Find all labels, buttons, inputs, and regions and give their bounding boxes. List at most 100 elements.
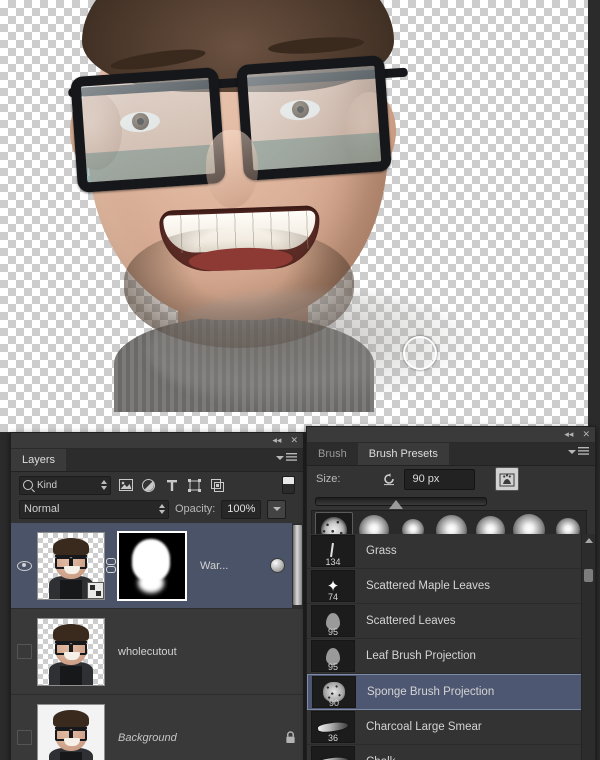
layer-thumbnail[interactable] [37, 703, 105, 760]
chalk-brush-icon [318, 755, 348, 760]
preset-thumbnail: 36 [311, 746, 355, 760]
brush-presets-panel: ◂◂ ✕ Brush Brush Presets Size: 90 px 134… [306, 426, 596, 760]
preset-name: Leaf Brush Projection [366, 650, 476, 662]
brush-cursor-icon [403, 336, 437, 370]
list-item[interactable]: 134 Grass [307, 534, 595, 569]
chevron-down-icon [272, 507, 281, 511]
preset-thumbnail: 95 [311, 640, 355, 672]
filter-enable-switch[interactable] [282, 476, 295, 494]
tab-brush[interactable]: Brush [307, 443, 358, 465]
slider-handle[interactable] [389, 499, 404, 509]
brush-panel-titlebar: ◂◂ ✕ [307, 427, 595, 443]
layers-panel-titlebar: ◂◂ ✕ [11, 433, 303, 449]
layer-list[interactable]: War... wholecutout Background [11, 523, 303, 760]
preset-size: 36 [327, 733, 338, 743]
layer-effects-icon[interactable] [270, 558, 285, 573]
layer-name[interactable]: Background [105, 732, 277, 744]
glasses-lens-left [70, 66, 226, 194]
preset-size: 134 [325, 557, 341, 567]
list-item[interactable]: 36 Charcoal Large Smear [307, 710, 595, 745]
mask-link-icon[interactable] [105, 558, 117, 573]
layer-thumbnail[interactable] [37, 531, 105, 600]
preset-list-scrollbar[interactable] [581, 534, 595, 760]
layer-name[interactable]: War... [187, 560, 270, 572]
search-icon [23, 480, 33, 490]
preset-name: Scattered Leaves [366, 615, 456, 627]
preset-thumbnail: ✦ 74 [311, 570, 355, 602]
photoshop-window: ◂◂ ✕ Layers Kind Normal Opacity: 100% Wa… [0, 0, 600, 760]
preset-size: 74 [327, 592, 338, 602]
layers-panel-menu-button[interactable] [276, 453, 297, 462]
smart-object-badge-icon [87, 581, 104, 599]
chevron-down-icon [568, 449, 576, 454]
scroll-up-icon[interactable] [585, 538, 593, 543]
scrollbar-thumb[interactable] [584, 569, 593, 582]
preset-name: Chalk [355, 756, 395, 760]
eye-icon [16, 560, 32, 571]
reset-size-icon[interactable] [382, 472, 396, 486]
layer-visibility-toggle[interactable] [11, 695, 37, 760]
preset-name: Grass [366, 545, 397, 557]
shape-filter-icon[interactable] [186, 477, 203, 494]
brush-size-row: Size: 90 px [307, 466, 595, 492]
preset-thumbnail: 90 [312, 676, 356, 708]
layer-thumbnail[interactable] [37, 617, 105, 686]
table-row[interactable]: War... [11, 523, 303, 609]
layer-filter-row: Kind [11, 472, 303, 498]
collapse-icon[interactable]: ◂◂ [272, 436, 281, 445]
hamburger-icon [286, 453, 297, 462]
tab-layers-label: Layers [22, 454, 56, 466]
brush-size-slider[interactable] [315, 496, 487, 509]
collapse-icon[interactable]: ◂◂ [564, 430, 573, 439]
nose [206, 130, 258, 208]
list-item[interactable]: 95 Scattered Leaves [307, 604, 595, 639]
brush-preset-list[interactable]: 134 Grass ✦ 74 Scattered Maple Leaves 95… [307, 534, 595, 760]
table-row[interactable]: Background [11, 695, 303, 760]
brush-tabstrip: Brush Brush Presets [307, 443, 595, 466]
document-canvas[interactable] [0, 0, 588, 432]
blend-mode-value: Normal [24, 503, 60, 515]
layer-visibility-toggle[interactable] [11, 523, 37, 608]
preset-size: 95 [327, 627, 338, 637]
preset-name: Charcoal Large Smear [366, 721, 482, 733]
tab-brush-presets[interactable]: Brush Presets [357, 443, 449, 465]
close-icon[interactable]: ✕ [290, 436, 298, 445]
preset-size: 90 [328, 698, 339, 708]
chevron-updown-icon [101, 479, 107, 490]
pixel-filter-icon[interactable] [117, 477, 134, 494]
layer-visibility-toggle[interactable] [11, 609, 37, 694]
layer-mask-thumbnail[interactable] [117, 530, 187, 601]
blend-mode-select[interactable]: Normal [19, 499, 169, 519]
list-item[interactable]: 90 Sponge Brush Projection [307, 674, 595, 710]
glasses-lens-right [236, 54, 392, 182]
smart-object-filter-icon[interactable] [209, 477, 226, 494]
layer-list-scrollbar[interactable] [292, 523, 303, 608]
create-new-brush-icon[interactable] [495, 467, 520, 491]
chevron-updown-icon [159, 503, 165, 514]
type-filter-icon[interactable] [163, 477, 180, 494]
table-row[interactable]: wholecutout [11, 609, 303, 695]
layers-panel: ◂◂ ✕ Layers Kind Normal Opacity: 100% Wa… [10, 432, 304, 760]
list-item[interactable]: 95 Leaf Brush Projection [307, 639, 595, 674]
list-item[interactable]: ✦ 74 Scattered Maple Leaves [307, 569, 595, 604]
opacity-dropdown-button[interactable] [267, 499, 287, 519]
hamburger-icon [578, 447, 589, 456]
opacity-label: Opacity: [175, 503, 216, 515]
layer-locked-icon [277, 731, 303, 744]
brush-panel-menu-button[interactable] [568, 447, 589, 456]
canvas-right-gutter [588, 0, 600, 432]
adjustment-filter-icon[interactable] [140, 477, 157, 494]
opacity-input[interactable]: 100% [221, 499, 262, 519]
preset-thumbnail: 95 [311, 605, 355, 637]
tab-layers[interactable]: Layers [11, 449, 67, 471]
tab-brush-presets-label: Brush Presets [368, 448, 438, 460]
brush-size-input[interactable]: 90 px [404, 468, 476, 490]
blend-mode-row: Normal Opacity: 100% [11, 498, 303, 520]
preset-thumbnail: 36 [311, 711, 355, 743]
close-icon[interactable]: ✕ [582, 430, 590, 439]
filter-kind-select[interactable]: Kind [19, 475, 111, 495]
layer-name[interactable]: wholecutout [105, 646, 303, 658]
preset-name: Scattered Maple Leaves [366, 580, 491, 592]
list-item[interactable]: 36 Chalk [307, 745, 595, 760]
brush-size-slider-row [307, 492, 595, 510]
